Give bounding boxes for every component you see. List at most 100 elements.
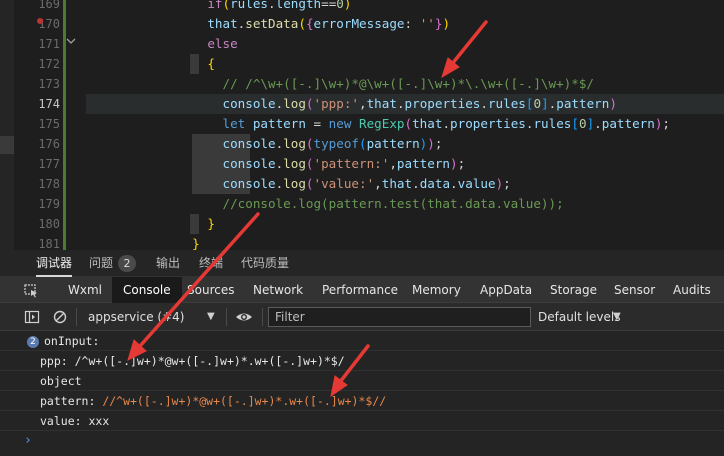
code-token: console: [222, 156, 276, 171]
code-line[interactable]: //console.log(pattern.test(that.data.val…: [86, 194, 563, 214]
chevron-down-icon[interactable]: ▼: [207, 308, 215, 326]
code-token: let: [222, 116, 253, 131]
breakpoint-icon[interactable]: [37, 18, 43, 24]
log-levels-select[interactable]: Default levels: [538, 308, 620, 326]
line-number: 173: [38, 77, 60, 91]
console-message-row: object: [0, 371, 724, 391]
code-token: ;: [662, 116, 671, 131]
code-token: 0: [533, 96, 542, 111]
tab-debugger[interactable]: 调试器: [36, 250, 73, 277]
code-token: pattern: [556, 96, 610, 111]
code-token: (: [222, 0, 231, 11]
tab-sensor[interactable]: Sensor: [614, 277, 655, 303]
code-token: ): [343, 0, 352, 11]
code-token: RegExp: [359, 116, 405, 131]
code-token: // /^\w+([-.]\w+)*@\w+([-.]\w+)*\.\w+([-…: [222, 76, 595, 91]
tab-console[interactable]: Console: [112, 277, 182, 303]
code-line[interactable]: console.log('ppp:',that.properties.rules…: [86, 94, 616, 114]
filter-input[interactable]: [268, 307, 531, 327]
context-select[interactable]: appservice (#4): [80, 308, 220, 326]
tab-output[interactable]: 输出: [156, 250, 180, 277]
line-number: 181: [38, 237, 60, 250]
code-line[interactable]: let pattern = new RegExp(that.properties…: [86, 114, 670, 134]
tab-performance[interactable]: Performance: [322, 277, 398, 303]
code-token: console: [222, 96, 276, 111]
code-token: ,: [359, 96, 367, 111]
code-editor[interactable]: 169 170 171 172 173 174 175 176 177 178 …: [0, 0, 724, 250]
tab-terminal[interactable]: 终端: [199, 250, 223, 277]
console-message-value: object: [40, 374, 82, 388]
console-message-label: pattern:: [40, 394, 103, 408]
tab-wxml[interactable]: Wxml: [68, 277, 102, 303]
code-line[interactable]: console.log(typeof(pattern));: [86, 134, 442, 154]
chevron-down-icon[interactable]: [66, 36, 76, 46]
code-token: }: [207, 216, 215, 231]
devtools-tool-tabs: Wxml Console Sources Network Performance…: [0, 277, 724, 303]
code-token: ): [427, 136, 435, 151]
line-number: 179: [38, 197, 60, 211]
code-line[interactable]: // /^\w+([-.]\w+)*@\w+([-.]\w+)*\.\w+([-…: [86, 74, 594, 94]
sidebar-toggle-icon[interactable]: [24, 309, 40, 325]
console-filter-bar: appservice (#4) ▼ Default levels ▼: [0, 303, 724, 331]
line-number: 178: [38, 177, 60, 191]
code-token: pattern: [366, 136, 420, 151]
devtools-panel: 调试器 问题 2 输出 终端 代码质量 Wxml Console Sources…: [0, 250, 724, 456]
code-line[interactable]: console.log('value:',that.data.value);: [86, 174, 510, 194]
tab-memory[interactable]: Memory: [412, 277, 461, 303]
code-token: .: [480, 96, 488, 111]
tab-code-quality[interactable]: 代码质量: [241, 250, 289, 277]
code-token: data: [419, 176, 451, 191]
console-message-label: ppp:: [40, 354, 75, 368]
code-token: else: [207, 36, 238, 51]
code-line[interactable]: {: [86, 54, 215, 74]
code-line[interactable]: console.log('pattern:',pattern);: [86, 154, 465, 174]
console-group-row[interactable]: 2 onInput:: [0, 331, 724, 351]
code-line[interactable]: if(rules.length==0): [86, 0, 351, 14]
code-line[interactable]: }: [86, 214, 215, 234]
code-token: (: [305, 156, 314, 171]
console-message-value: xxx: [88, 414, 110, 428]
toolbar-divider: [262, 308, 263, 326]
code-token: 'value:': [313, 176, 375, 191]
console-output[interactable]: 2 onInput: ppp: /^w+([-.]w+)*@w+([-.]w+)…: [0, 331, 724, 456]
code-token: that: [207, 16, 238, 31]
chevron-down-icon[interactable]: ▼: [613, 308, 621, 326]
eye-icon[interactable]: [235, 309, 252, 325]
console-message-row: value: xxx: [0, 411, 724, 431]
tab-appdata[interactable]: AppData: [480, 277, 532, 303]
code-token: .: [450, 176, 458, 191]
code-token: length: [275, 0, 322, 11]
code-line[interactable]: that.setData({errorMessage: ''}): [86, 14, 450, 34]
tab-network[interactable]: Network: [253, 277, 303, 303]
line-number: 170: [38, 17, 60, 31]
code-token: that: [381, 176, 413, 191]
code-token: ;: [434, 136, 443, 151]
repeat-count-badge: 2: [27, 336, 39, 348]
clear-console-icon[interactable]: [52, 309, 68, 325]
code-token: rules: [487, 96, 526, 111]
code-token: 0: [578, 116, 587, 131]
code-token: log: [283, 136, 306, 151]
tab-problems[interactable]: 问题: [89, 250, 113, 277]
code-token: ,: [389, 156, 397, 171]
toolbar-divider: [226, 308, 227, 326]
code-token: ]: [541, 96, 549, 111]
console-prompt-icon[interactable]: ›: [24, 433, 32, 448]
tab-storage[interactable]: Storage: [550, 277, 597, 303]
tab-sources[interactable]: Sources: [187, 277, 234, 303]
line-number: 176: [38, 137, 60, 151]
code-line[interactable]: }: [86, 234, 200, 250]
tab-audits[interactable]: Audits: [673, 277, 711, 303]
code-line[interactable]: else: [86, 34, 238, 54]
code-token: log: [283, 176, 306, 191]
console-message-label: value:: [40, 414, 89, 428]
code-token: properties: [450, 116, 526, 131]
code-token: log: [283, 156, 306, 171]
inspect-element-icon[interactable]: [24, 283, 39, 298]
